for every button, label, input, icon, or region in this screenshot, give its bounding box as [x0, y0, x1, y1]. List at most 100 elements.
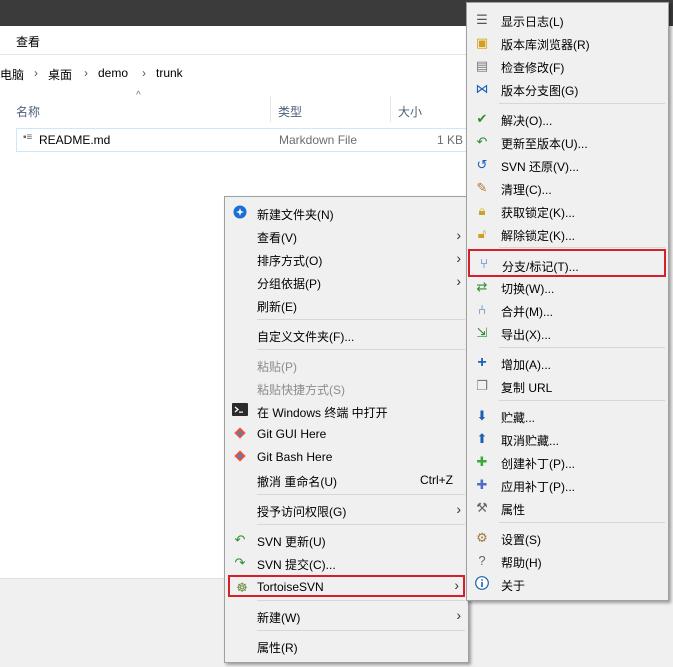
- settings-icon: ⚙: [476, 530, 488, 545]
- chevron-right-icon: ›: [142, 66, 146, 80]
- menu-item-svn-commit[interactable]: ↷ SVN 提交(C)...: [228, 552, 465, 574]
- help-icon: ?: [478, 553, 486, 568]
- menu-item-undo-rename[interactable]: 撤消 重命名(U) Ctrl+Z: [228, 469, 465, 491]
- menu-item-customize-folder[interactable]: 自定义文件夹(F)...: [228, 324, 465, 346]
- svn-menu-item-switch[interactable]: ⇄ 切换(W)...: [470, 276, 665, 298]
- lock-icon: 🔒︎: [478, 203, 486, 218]
- menu-item-view[interactable]: 查看(V) ›: [228, 225, 465, 247]
- menu-item-group-by[interactable]: 分组依据(P) ›: [228, 271, 465, 293]
- menu-item-grant-access[interactable]: 授予访问权限(G) ›: [228, 499, 465, 521]
- breadcrumb-item[interactable]: 电脑: [0, 66, 24, 83]
- git-icon: [232, 449, 248, 465]
- menu-separator: [499, 522, 665, 523]
- menu-item-properties[interactable]: 属性(R): [228, 635, 465, 657]
- menu-separator: [499, 400, 665, 401]
- menu-item-sort-by[interactable]: 排序方式(O) ›: [228, 248, 465, 270]
- svn-menu-item-about[interactable]: 关于: [470, 573, 665, 595]
- svn-menu-item-export[interactable]: ⇲ 导出(X)...: [470, 322, 665, 344]
- new-folder-icon: [232, 205, 248, 221]
- menu-item-new-folder[interactable]: 新建文件夹(N): [228, 202, 465, 224]
- svn-menu-item-update-to-revision[interactable]: ↶ 更新至版本(U)...: [470, 131, 665, 153]
- menu-item-git-gui[interactable]: Git GUI Here: [228, 423, 465, 445]
- svn-menu-item-properties[interactable]: ⚒ 属性: [470, 497, 665, 519]
- about-icon: [474, 576, 490, 592]
- sort-up-icon: ^: [136, 90, 141, 101]
- breadcrumb-item[interactable]: 桌面: [48, 66, 72, 83]
- terminal-icon: [232, 403, 248, 419]
- switch-icon: ⇄: [476, 279, 488, 294]
- menu-item-tortoisesvn[interactable]: ☸ TortoiseSVN ›: [228, 575, 465, 597]
- git-icon: [232, 426, 248, 442]
- export-icon: ⇲: [476, 325, 488, 340]
- add-icon: +: [477, 354, 487, 371]
- svn-menu-item-shelve[interactable]: ⬇ 贮藏...: [470, 405, 665, 427]
- svn-menu-item-copy-url[interactable]: ❐ 复制 URL: [470, 375, 665, 397]
- menu-item-git-bash[interactable]: Git Bash Here: [228, 446, 465, 468]
- chevron-right-icon: ›: [454, 577, 459, 593]
- svn-menu-item-merge[interactable]: ⑃ 合并(M)...: [470, 299, 665, 321]
- svn-menu-item-create-patch[interactable]: ✚ 创建补丁(P)...: [470, 451, 665, 473]
- menu-separator: [257, 319, 465, 320]
- properties-icon: ⚒: [476, 500, 488, 515]
- svn-menu-item-help[interactable]: ? 帮助(H): [470, 550, 665, 572]
- svn-menu-item-settings[interactable]: ⚙ 设置(S): [470, 527, 665, 549]
- menu-separator: [257, 494, 465, 495]
- file-name: README.md: [39, 133, 111, 147]
- svn-menu-item-branch-tag[interactable]: ⑂ 分支/标记(T)...: [468, 249, 666, 277]
- svn-menu-item-repo-browser[interactable]: ▣ 版本库浏览器(R): [470, 32, 665, 54]
- column-header-name[interactable]: 名称: [16, 103, 40, 120]
- context-menu: 新建文件夹(N) 查看(V) › 排序方式(O) › 分组依据(P) › 刷新(…: [224, 196, 469, 663]
- chevron-right-icon: ›: [456, 501, 461, 517]
- chevron-right-icon: ›: [456, 607, 461, 623]
- svn-menu-item-get-lock[interactable]: 🔒︎ 获取锁定(K)...: [470, 200, 665, 222]
- column-divider[interactable]: [390, 96, 391, 122]
- unlock-icon: 🔓︎: [477, 226, 487, 241]
- column-header-size[interactable]: 大小: [398, 103, 422, 120]
- chevron-right-icon: ›: [456, 250, 461, 266]
- chevron-right-icon: ›: [456, 273, 461, 289]
- menu-item-svn-update[interactable]: ↶ SVN 更新(U): [228, 529, 465, 551]
- svn-update-icon: ↶: [234, 532, 246, 547]
- menu-separator: [499, 347, 665, 348]
- svn-menu-item-cleanup[interactable]: ✎ 清理(C)...: [470, 177, 665, 199]
- chevron-right-icon: ›: [84, 66, 88, 80]
- svn-menu-item-check-modifications[interactable]: ▤ 检查修改(F): [470, 55, 665, 77]
- menu-item-new[interactable]: 新建(W) ›: [228, 605, 465, 627]
- merge-icon: ⑃: [478, 302, 486, 317]
- svn-menu-item-revert[interactable]: ↺ SVN 还原(V)...: [470, 154, 665, 176]
- cleanup-icon: ✎: [476, 180, 488, 195]
- log-icon: ☰: [476, 12, 488, 27]
- revision-graph-icon: ⋈: [475, 81, 489, 96]
- branch-icon: ⑂: [480, 256, 488, 271]
- repo-browser-icon: ▣: [475, 35, 489, 50]
- tortoisesvn-submenu: ☰ 显示日志(L) ▣ 版本库浏览器(R) ▤ 检查修改(F) ⋈ 版本分支图(…: [466, 2, 669, 601]
- column-header-type[interactable]: 类型: [278, 103, 302, 120]
- shelve-icon: ⬇: [476, 408, 488, 423]
- breadcrumb-item[interactable]: demo: [98, 66, 128, 80]
- svn-menu-item-apply-patch[interactable]: ✚ 应用补丁(P)...: [470, 474, 665, 496]
- chevron-right-icon: ›: [34, 66, 38, 80]
- file-type: Markdown File: [279, 133, 358, 147]
- ribbon-tab-view[interactable]: 查看: [16, 33, 40, 50]
- menu-separator: [499, 103, 665, 104]
- svn-menu-item-unshelve[interactable]: ⬆ 取消贮藏...: [470, 428, 665, 450]
- svn-menu-item-release-lock[interactable]: 🔓︎ 解除锁定(K)...: [470, 223, 665, 245]
- copy-url-icon: ❐: [476, 378, 488, 393]
- svn-menu-item-add[interactable]: + 增加(A)...: [470, 352, 665, 374]
- breadcrumb-item[interactable]: trunk: [156, 66, 183, 80]
- menu-separator: [499, 247, 665, 248]
- create-patch-icon: ✚: [476, 454, 488, 469]
- menu-item-refresh[interactable]: 刷新(E): [228, 294, 465, 316]
- resolve-icon: ✔: [476, 111, 488, 126]
- unshelve-icon: ⬆: [476, 431, 488, 446]
- svn-menu-item-resolve[interactable]: ✔ 解决(O)...: [470, 108, 665, 130]
- update-to-revision-icon: ↶: [476, 134, 488, 149]
- menu-item-paste-shortcut: 粘贴快捷方式(S): [257, 383, 345, 397]
- tortoise-icon: ☸: [236, 580, 248, 595]
- svn-menu-item-show-log[interactable]: ☰ 显示日志(L): [470, 9, 665, 31]
- svn-menu-item-revision-graph[interactable]: ⋈ 版本分支图(G): [470, 78, 665, 100]
- menu-item-open-in-terminal[interactable]: 在 Windows 终端 中打开: [228, 400, 465, 422]
- menu-item-paste: 粘贴(P): [257, 360, 297, 374]
- check-modifications-icon: ▤: [475, 58, 489, 73]
- column-divider[interactable]: [270, 96, 271, 122]
